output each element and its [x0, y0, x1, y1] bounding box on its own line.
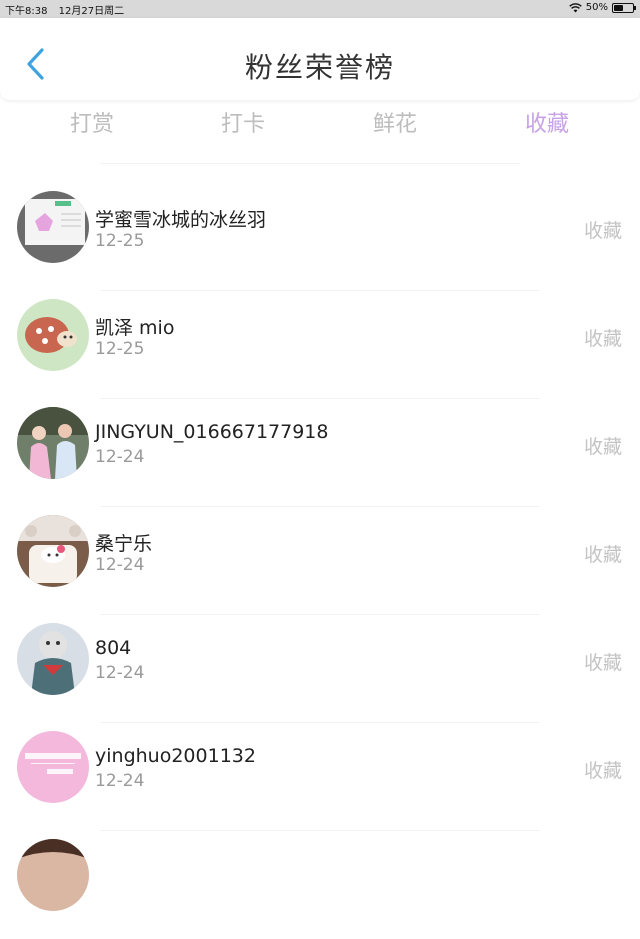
- fan-name: 学蜜雪冰城的冰丝羽: [95, 209, 267, 231]
- tab-checkin[interactable]: 打卡: [183, 106, 303, 138]
- fan-name: JINGYUN_016667177918: [95, 421, 329, 443]
- tab-tip[interactable]: 打赏: [32, 106, 152, 138]
- favorite-label[interactable]: 收藏: [584, 432, 622, 459]
- nav-bar: 粉丝荣誉榜: [0, 18, 640, 100]
- fan-date: 12-25: [95, 231, 145, 251]
- avatar: [17, 731, 89, 803]
- list-item[interactable]: 桑宁乐 12-24 收藏: [0, 507, 640, 615]
- favorite-label[interactable]: 收藏: [584, 216, 622, 243]
- divider: [100, 163, 520, 164]
- fan-date: 12-24: [95, 447, 145, 467]
- avatar-image: [17, 515, 89, 587]
- avatar: [17, 623, 89, 695]
- status-left: 下午8:38 12月27日周二: [5, 2, 132, 17]
- avatar-image: [17, 731, 89, 803]
- tab-favorites[interactable]: 收藏: [487, 106, 607, 138]
- fan-name: yinghuo2001132: [95, 745, 256, 767]
- tab-flowers[interactable]: 鲜花: [335, 106, 455, 138]
- list-item[interactable]: [0, 831, 640, 939]
- battery-fill: [614, 4, 623, 11]
- fan-name: 804: [95, 637, 132, 659]
- avatar-image: [17, 191, 89, 263]
- battery-percent: 50%: [585, 2, 608, 13]
- battery-icon: [612, 2, 636, 13]
- page-title: 粉丝荣誉榜: [244, 51, 395, 84]
- avatar-image: [17, 623, 89, 695]
- list-item[interactable]: 804 12-24 收藏: [0, 615, 640, 723]
- avatar-image: [17, 407, 89, 479]
- avatar: [17, 515, 89, 587]
- list-item[interactable]: 学蜜雪冰城的冰丝羽 12-25 收藏: [0, 183, 640, 291]
- favorite-label[interactable]: 收藏: [584, 756, 622, 783]
- fan-name: 桑宁乐: [95, 533, 153, 555]
- list-item[interactable]: 凯泽 mio 12-25 收藏: [0, 291, 640, 399]
- list-item[interactable]: JINGYUN_016667177918 12-24 收藏: [0, 399, 640, 507]
- fan-date: 12-24: [95, 771, 145, 791]
- avatar-image: [17, 299, 89, 371]
- avatar: [17, 407, 89, 479]
- avatar: [17, 191, 89, 263]
- favorite-label[interactable]: 收藏: [584, 540, 622, 567]
- favorite-label[interactable]: 收藏: [584, 324, 622, 351]
- avatar: [17, 299, 89, 371]
- avatar-image: [17, 839, 89, 911]
- avatar: [17, 839, 89, 911]
- fan-date: 12-24: [95, 663, 145, 683]
- wifi-icon: [568, 2, 582, 12]
- fan-date: 12-25: [95, 339, 145, 359]
- status-right: 50%: [568, 2, 636, 13]
- status-bar: 下午8:38 12月27日周二 50%: [0, 0, 640, 18]
- list-item[interactable]: yinghuo2001132 12-24 收藏: [0, 723, 640, 831]
- status-date: 12月27日周二: [58, 6, 125, 17]
- fan-date: 12-24: [95, 555, 145, 575]
- fan-name: 凯泽 mio: [95, 317, 175, 339]
- tab-bar: 打赏 打卡 鲜花 收藏: [0, 100, 640, 150]
- favorite-label[interactable]: 收藏: [584, 648, 622, 675]
- status-time: 下午8:38: [5, 6, 48, 17]
